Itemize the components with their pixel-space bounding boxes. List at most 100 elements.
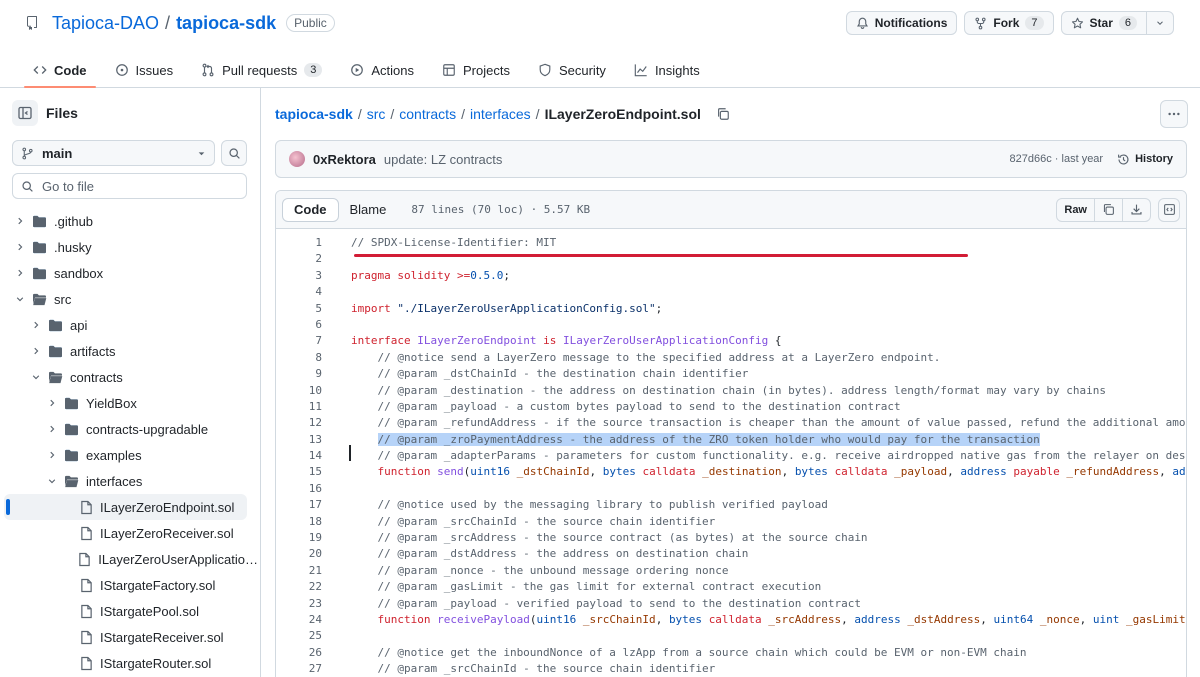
repo-owner-link[interactable]: Tapioca-DAO — [52, 13, 159, 34]
chevron-down-icon[interactable] — [14, 294, 26, 304]
line-number[interactable]: 18 — [276, 514, 322, 530]
line-number[interactable]: 1 — [276, 235, 322, 251]
breadcrumb-link[interactable]: contracts — [399, 106, 456, 122]
line-number[interactable]: 15 — [276, 464, 322, 480]
tree-folder[interactable]: artifacts — [0, 338, 260, 364]
line-number[interactable]: 11 — [276, 399, 322, 415]
tree-file[interactable]: IStargateFactory.sol — [0, 572, 260, 598]
tree-file[interactable]: IStargateRouter.sol — [0, 650, 260, 676]
tree-folder[interactable]: sandbox — [0, 260, 260, 286]
repo-name-link[interactable]: tapioca-sdk — [176, 13, 276, 34]
download-raw-button[interactable] — [1123, 199, 1150, 221]
chevron-right-icon[interactable] — [46, 450, 58, 460]
star-button[interactable]: Star 6 — [1060, 11, 1147, 35]
branch-selector[interactable]: main — [12, 140, 215, 166]
chevron-right-icon[interactable] — [14, 216, 26, 226]
tree-folder[interactable]: YieldBox — [0, 390, 260, 416]
line-number[interactable]: 2 — [276, 251, 322, 267]
tree-file[interactable]: IStargatePool.sol — [0, 598, 260, 624]
chevron-right-icon[interactable] — [14, 242, 26, 252]
tree-file[interactable]: ILayerZeroEndpoint.sol — [4, 494, 247, 520]
tree-folder[interactable]: .husky — [0, 234, 260, 260]
chevron-down-icon[interactable] — [46, 476, 58, 486]
repo-separator: / — [165, 12, 171, 33]
blame-view-button[interactable]: Blame — [339, 198, 398, 222]
line-number[interactable]: 21 — [276, 563, 322, 579]
chevron-right-icon[interactable] — [14, 268, 26, 278]
tab-actions[interactable]: Actions — [341, 52, 423, 88]
line-number[interactable]: 24 — [276, 612, 322, 628]
tree-file[interactable]: IStargateReceiver.sol — [0, 624, 260, 650]
line-number[interactable]: 26 — [276, 645, 322, 661]
commit-sha-link[interactable]: 827d66c — [1010, 153, 1052, 165]
code-token: // @notice send a LayerZero message to t… — [351, 350, 941, 364]
bell-icon — [856, 17, 869, 30]
line-number[interactable]: 27 — [276, 661, 322, 677]
history-button[interactable]: History — [1117, 153, 1173, 166]
code-view-button[interactable]: Code — [282, 197, 339, 222]
tree-folder[interactable]: examples — [0, 442, 260, 468]
line-number[interactable]: 25 — [276, 628, 322, 644]
breadcrumb-link[interactable]: interfaces — [470, 106, 531, 122]
tab-code[interactable]: Code — [24, 52, 96, 88]
tree-file[interactable]: ILayerZeroUserApplicationCon... — [0, 546, 260, 572]
code-line: 19 // @param _srcAddress - the source co… — [276, 530, 1186, 546]
tree-folder[interactable]: api — [0, 312, 260, 338]
line-number[interactable]: 12 — [276, 415, 322, 431]
line-number[interactable]: 19 — [276, 530, 322, 546]
chevron-right-icon[interactable] — [30, 346, 42, 356]
avatar[interactable] — [289, 151, 305, 167]
code-view[interactable]: 1// SPDX-License-Identifier: MIT 2 3 pragm… — [276, 229, 1186, 677]
line-number[interactable]: 14 — [276, 448, 322, 464]
breadcrumb-link[interactable]: tapioca-sdk — [275, 106, 353, 122]
code-token: bytes — [794, 465, 828, 479]
line-number[interactable]: 4 — [276, 284, 322, 300]
line-number[interactable]: 17 — [276, 497, 322, 513]
code-token: is — [543, 334, 557, 348]
chevron-right-icon[interactable] — [46, 424, 58, 434]
more-options-button[interactable] — [1160, 100, 1188, 128]
tab-pull-requests[interactable]: Pull requests 3 — [192, 52, 331, 88]
star-list-dropdown[interactable] — [1147, 11, 1174, 35]
notifications-button[interactable]: Notifications — [845, 11, 958, 35]
line-number[interactable]: 5 — [276, 301, 322, 317]
commit-message-link[interactable]: update: LZ contracts — [384, 152, 503, 167]
go-to-file-input[interactable]: Go to file — [12, 173, 247, 199]
line-number[interactable]: 7 — [276, 333, 322, 349]
line-number[interactable]: 23 — [276, 596, 322, 612]
tree-file[interactable]: ILayerZeroReceiver.sol — [0, 520, 260, 546]
line-number[interactable]: 3 — [276, 268, 322, 284]
history-icon — [1117, 153, 1130, 166]
line-number[interactable]: 10 — [276, 383, 322, 399]
tree-folder[interactable]: src — [0, 286, 260, 312]
line-number[interactable]: 13 — [276, 432, 322, 448]
line-number[interactable]: 22 — [276, 579, 322, 595]
tab-issues[interactable]: Issues — [106, 52, 183, 88]
tree-folder[interactable]: .github — [0, 208, 260, 234]
tree-folder[interactable]: contracts — [0, 364, 260, 390]
collapse-sidebar-button[interactable] — [12, 100, 38, 126]
chevron-right-icon[interactable] — [46, 398, 58, 408]
tab-security[interactable]: Security — [529, 52, 615, 88]
line-number[interactable]: 6 — [276, 317, 322, 333]
raw-button[interactable]: Raw — [1057, 198, 1095, 221]
chevron-right-icon[interactable] — [30, 320, 42, 330]
line-number[interactable]: 16 — [276, 481, 322, 497]
chevron-down-icon[interactable] — [30, 372, 42, 382]
breadcrumb-link[interactable]: src — [367, 106, 386, 122]
tree-folder[interactable]: interfaces — [0, 468, 260, 494]
symbols-panel-button[interactable] — [1158, 197, 1180, 222]
commit-author-link[interactable]: 0xRektora — [313, 152, 376, 167]
line-number[interactable]: 8 — [276, 350, 322, 366]
code-token: // @param _dstChainId - the destination … — [351, 367, 749, 381]
tab-projects[interactable]: Projects — [433, 52, 519, 88]
search-files-button[interactable] — [221, 140, 247, 166]
fork-button[interactable]: Fork 7 — [964, 11, 1054, 35]
line-number[interactable]: 9 — [276, 366, 322, 382]
copy-path-button[interactable] — [716, 107, 730, 121]
line-number[interactable]: 20 — [276, 546, 322, 562]
tab-insights[interactable]: Insights — [625, 52, 709, 88]
copy-raw-button[interactable] — [1095, 198, 1123, 221]
tree-folder[interactable]: contracts-upgradable — [0, 416, 260, 442]
